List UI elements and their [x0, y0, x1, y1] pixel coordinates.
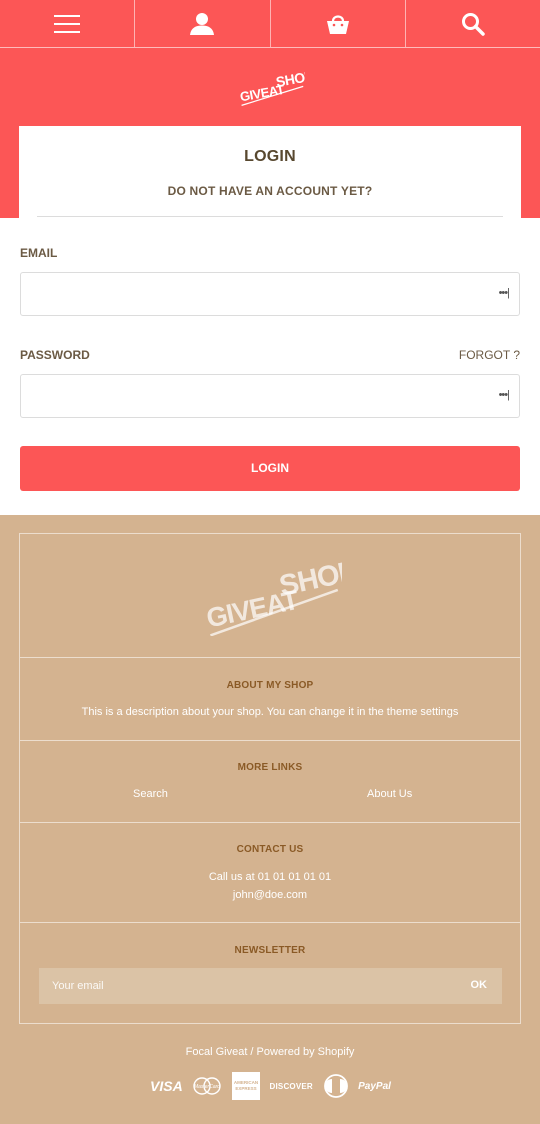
email-label: EMAIL	[20, 246, 58, 260]
search-button[interactable]	[406, 0, 540, 47]
footer-logo-section: GIVEAT SHOP	[20, 534, 520, 658]
footer-link-search[interactable]: Search	[133, 788, 168, 800]
email-field[interactable]: •••|	[20, 272, 520, 316]
autofill-icon[interactable]: •••|	[499, 287, 510, 299]
contact-section: CONTACT US Call us at 01 01 01 01 01 joh…	[20, 823, 520, 923]
more-links-heading: MORE LINKS	[237, 762, 303, 773]
menu-button[interactable]	[0, 0, 136, 47]
powered-by[interactable]: Focal Giveat / Powered by Shopify	[0, 1046, 540, 1058]
footer: GIVEAT SHOP ABOUT MY SHOP This is a desc…	[0, 515, 540, 1124]
newsletter-submit-button[interactable]: OK	[471, 979, 488, 991]
about-heading: ABOUT MY SHOP	[226, 680, 314, 691]
newsletter-form: OK	[39, 968, 502, 1004]
cart-button[interactable]	[271, 0, 406, 47]
payment-methods: VISA MasterCard AMERICAN EXPRESS DISCOVE…	[150, 1071, 391, 1101]
login-title: LOGIN	[244, 148, 296, 165]
discover-icon: DISCOVER	[269, 1081, 313, 1091]
newsletter-heading: NEWSLETTER	[234, 945, 306, 956]
svg-text:SHOP: SHOP	[277, 560, 342, 603]
top-nav-bar	[0, 0, 540, 48]
contact-email[interactable]: john@doe.com	[20, 889, 520, 901]
footer-link-about-us[interactable]: About Us	[367, 788, 412, 800]
about-text: This is a description about your shop. Y…	[81, 706, 459, 718]
search-icon	[461, 12, 485, 36]
svg-text:EXPRESS: EXPRESS	[235, 1086, 256, 1091]
cart-icon	[326, 14, 349, 34]
footer-box: GIVEAT SHOP ABOUT MY SHOP This is a desc…	[19, 533, 521, 1024]
divider	[37, 216, 503, 217]
contact-phone: Call us at 01 01 01 01 01	[208, 871, 332, 883]
about-section: ABOUT MY SHOP This is a description abou…	[20, 658, 520, 741]
autofill-icon[interactable]: •••|	[499, 389, 510, 401]
newsletter-email-input[interactable]	[39, 968, 459, 1004]
footer-logo[interactable]: GIVEAT SHOP	[200, 560, 342, 636]
diners-club-icon	[323, 1074, 348, 1098]
svg-text:MasterCard: MasterCard	[194, 1084, 220, 1090]
contact-heading: CONTACT US	[236, 844, 304, 855]
mastercard-icon: MasterCard	[193, 1077, 221, 1095]
login-card: LOGIN DO NOT HAVE AN ACCOUNT YET?	[19, 126, 521, 218]
account-icon	[190, 12, 215, 35]
password-label: PASSWORD	[20, 348, 90, 362]
paypal-icon: PayPal	[358, 1080, 391, 1092]
amex-icon: AMERICAN EXPRESS	[231, 1072, 260, 1100]
password-field[interactable]: •••|	[20, 374, 520, 418]
login-button[interactable]: LOGIN	[20, 446, 520, 491]
visa-icon: VISA	[150, 1078, 183, 1094]
svg-text:AMERICAN: AMERICAN	[234, 1080, 258, 1085]
newsletter-section: NEWSLETTER OK	[20, 923, 520, 1025]
create-account-link[interactable]: DO NOT HAVE AN ACCOUNT YET?	[19, 184, 521, 198]
forgot-password-link[interactable]: FORGOT ?	[459, 348, 520, 362]
more-links-section: MORE LINKS Search About Us	[20, 741, 520, 823]
shop-logo[interactable]: GIVEAT SHOP	[237, 70, 305, 106]
menu-icon	[54, 14, 81, 33]
account-button[interactable]	[135, 0, 271, 47]
